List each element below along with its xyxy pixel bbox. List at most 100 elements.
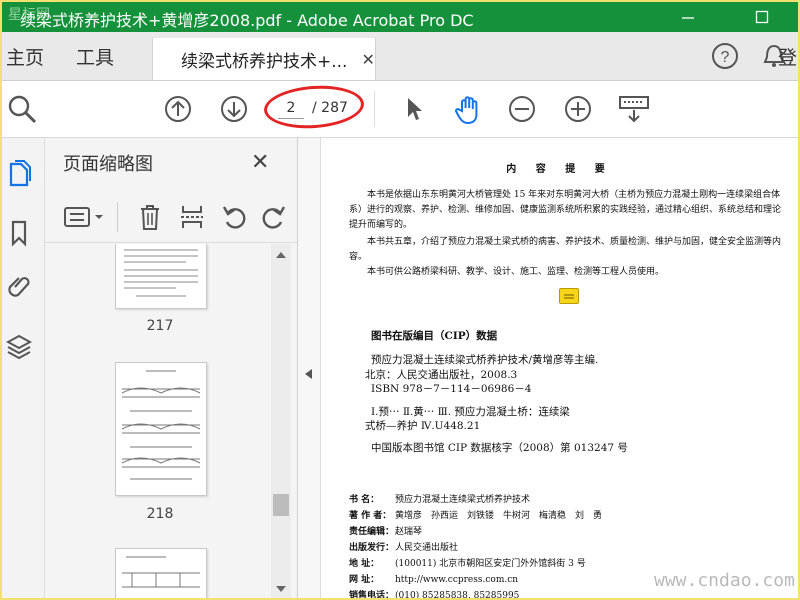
thumbnail-page-218[interactable] (115, 362, 207, 496)
biblio-value: (100011) 北京市朝阳区安定门外外馆斜街 3 号 (395, 559, 586, 569)
close-tab-button[interactable]: ✕ (361, 50, 374, 69)
minus-circle-icon (509, 96, 535, 122)
biblio-value: http://www.ccpress.com.cn (395, 575, 519, 585)
rotate-left-button[interactable] (219, 202, 249, 232)
biblio-value: 黄增彦 孙西运 刘铁镂 牛树河 梅清稳 刘 勇 (395, 511, 603, 521)
arrow-down-circle-icon (221, 96, 247, 122)
cip-line: 中国版本图书馆 CIP 数据核字（2008）第 013247 号 (371, 442, 628, 454)
left-rail (2, 138, 45, 598)
bookmarks-button[interactable] (4, 216, 34, 250)
scrollbar-thumb[interactable] (273, 494, 289, 516)
thumbnail-scrollbar[interactable] (271, 244, 291, 598)
panel-toolbar (45, 190, 297, 243)
collapse-arrow-icon (305, 369, 312, 379)
cip-title: 图书在版编目（CIP）数据 (371, 330, 498, 342)
acrobat-window: 星标网 续梁式桥养护技术+黄增彦2008.pdf - Adobe Acrobat… (0, 0, 800, 600)
cip-line: Ⅰ.预⋯ Ⅱ.黄⋯ Ⅲ. 预应力混凝土桥：连续梁 (371, 406, 570, 418)
biblio-row: 网 址： http://www.ccpress.com.cn (349, 572, 518, 585)
tab-tools[interactable]: 工具 (76, 32, 114, 80)
tab-document-label: 续梁式桥养护技术+... (181, 51, 348, 72)
minimize-button[interactable] (666, 2, 710, 32)
hand-icon (455, 96, 478, 125)
previous-page-button[interactable] (162, 93, 194, 125)
biblio-label: 网 址： (349, 575, 380, 585)
select-tool-button[interactable] (398, 93, 430, 125)
comment-note-icon[interactable] (559, 288, 579, 304)
rotate-right-icon (262, 206, 286, 229)
maximize-button[interactable] (740, 2, 784, 32)
help-icon: ? (712, 43, 738, 69)
paperclip-icon (8, 277, 30, 297)
bookmark-icon (11, 220, 27, 247)
site-watermark: www.cndao.com (654, 570, 795, 591)
thumbnail-preview (124, 249, 198, 297)
document-page[interactable]: 内 容 提 要 本书是依据山东东明黄河大桥管理处 15 年来对东明黄河大桥（主桥… (321, 138, 798, 598)
tab-tools-label: 工具 (76, 46, 115, 69)
biblio-label: 责任编辑： (349, 527, 395, 537)
panel-collapse-strip[interactable] (298, 138, 321, 598)
minimize-icon (682, 17, 694, 19)
title-bar: 星标网 续梁式桥养护技术+黄增彦2008.pdf - Adobe Acrobat… (2, 2, 798, 32)
toolbar: 2 / 287 (2, 81, 798, 138)
delete-pages-button[interactable] (135, 202, 165, 232)
biblio-label: 著 作 者： (349, 511, 392, 521)
help-button[interactable]: ? (710, 32, 740, 80)
thumbnail-page-next[interactable] (115, 548, 207, 598)
tab-document[interactable]: 续梁式桥养护技术+... ✕ (152, 38, 376, 80)
summary-paragraph: 本书是依据山东东明黄河大桥管理处 15 年来对东明黄河大桥（主桥为预应力混凝土刚… (349, 190, 782, 230)
biblio-row: 著 作 者： 黄增彦 孙西运 刘铁镂 牛树河 梅清稳 刘 勇 (349, 508, 602, 521)
biblio-value: 人民交通出版社 (395, 543, 459, 553)
layers-icon (6, 334, 32, 360)
tab-home-label: 主页 (6, 46, 45, 69)
cursor-arrow-icon (408, 98, 422, 120)
thumbnail-page-number: 217 (146, 318, 174, 334)
page-thumbnails-button[interactable] (4, 156, 34, 190)
panel-title: 页面缩略图 (63, 154, 153, 175)
attachments-button[interactable] (4, 270, 34, 304)
biblio-row: 出版发行：人民交通出版社 (349, 540, 458, 553)
thumbnail-page-217[interactable] (115, 244, 207, 309)
cip-line: 北京：人民交通出版社，2008.3 (365, 369, 518, 381)
list-options-icon (64, 207, 103, 227)
biblio-row: 销售电话：(010) 85285838, 85285995 (349, 588, 519, 600)
zoom-out-button[interactable] (506, 93, 538, 125)
maximize-icon (755, 10, 769, 24)
next-page-button[interactable] (218, 93, 250, 125)
biblio-row: 书 名： 预应力混凝土连续梁式桥养护技术 (349, 492, 530, 505)
sign-in-label: 登 (778, 46, 798, 69)
biblio-row: 地 址： (100011) 北京市朝阳区安定门外外馆斜街 3 号 (349, 556, 586, 569)
cip-line: ISBN 978－7－114－06986－4 (371, 383, 532, 395)
biblio-label: 地 址： (349, 559, 380, 569)
options-menu-button[interactable] (63, 202, 105, 232)
summary-paragraph: 本书共五章，介绍了预应力混凝土梁式桥的病害、养护技术、质量检测、维护与加固，健全… (349, 237, 782, 262)
sign-in-link[interactable]: 登 (778, 32, 797, 80)
tab-home[interactable]: 主页 (6, 32, 44, 80)
thumbnail-page-number: 218 (146, 506, 174, 522)
summary-paragraph: 本书可供公路桥梁科研、教学、设计、施工、监理、检测等工程人员使用。 (367, 267, 665, 277)
pages-icon (9, 160, 31, 187)
window-title: 续梁式桥养护技术+黄增彦2008.pdf - Adobe Acrobat Pro… (20, 11, 474, 30)
layers-button[interactable] (4, 330, 34, 364)
thumbnail-list: 217 218 (45, 244, 271, 598)
rotate-right-button[interactable] (259, 202, 289, 232)
biblio-label: 书 名： (349, 495, 380, 505)
cip-line: 式桥—养护 Ⅳ.U448.21 (365, 420, 481, 432)
zoom-in-button[interactable] (562, 93, 594, 125)
search-button[interactable] (6, 93, 38, 125)
toolbar-divider (374, 91, 375, 127)
keyboard-icon (619, 96, 649, 123)
rotate-left-icon (222, 206, 246, 229)
biblio-label: 销售电话： (349, 591, 395, 600)
summary-heading: 内 容 提 要 (506, 164, 613, 175)
trash-icon (141, 205, 159, 230)
page-display-button[interactable] (616, 93, 652, 125)
panel-divider (117, 202, 118, 232)
tab-bar: 主页 工具 续梁式桥养护技术+... ✕ ? 登 (2, 32, 798, 81)
scroll-down-icon (276, 586, 286, 592)
insert-pages-button[interactable] (177, 202, 207, 232)
biblio-value: 赵瑞琴 (395, 527, 423, 537)
hand-tool-button[interactable] (452, 93, 484, 125)
panel-close-button[interactable]: ✕ (251, 150, 269, 175)
plus-circle-icon (565, 96, 591, 122)
arrow-up-circle-icon (165, 96, 191, 122)
